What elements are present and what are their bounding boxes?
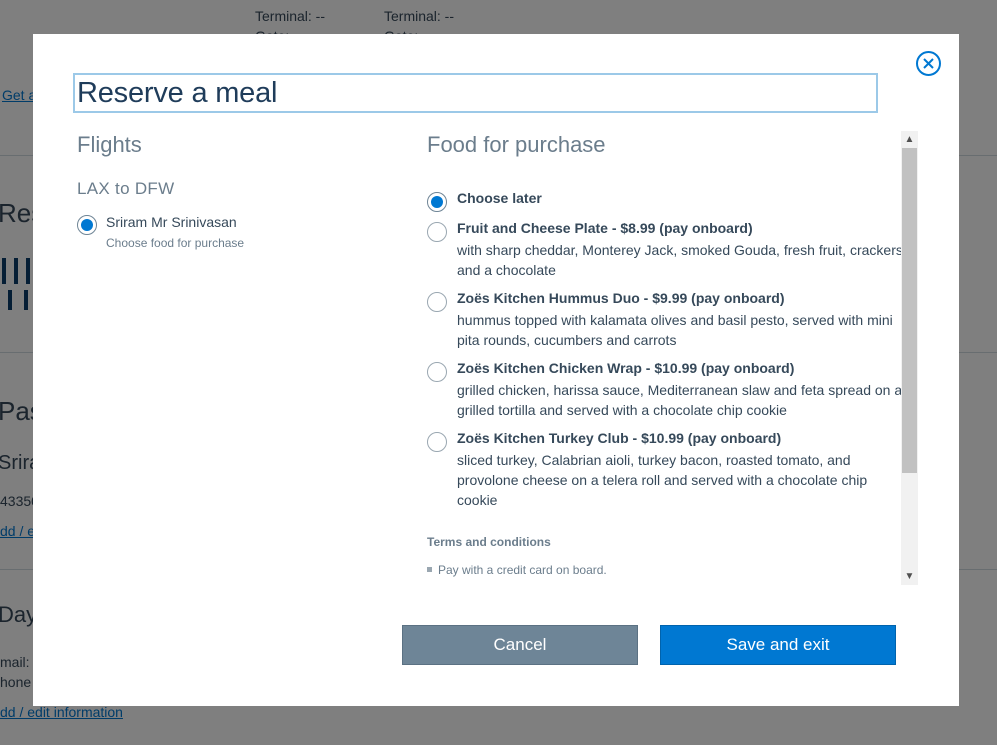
passenger-option[interactable]: Sriram Mr Srinivasan Choose food for pur… (77, 212, 397, 252)
meal-title: Fruit and Cheese Plate - $8.99 (pay onbo… (457, 220, 753, 236)
modal-title-box: Reserve a meal (73, 73, 878, 113)
meal-description: hummus topped with kalamata olives and b… (457, 312, 893, 348)
scrollbar[interactable]: ▲ ▼ (901, 131, 918, 585)
meal-title: Choose later (457, 190, 542, 206)
meal-description: grilled chicken, harissa sauce, Mediterr… (457, 382, 903, 418)
close-icon (923, 58, 934, 69)
modal-title: Reserve a meal (77, 77, 278, 109)
passenger-subtext: Choose food for purchase (106, 236, 245, 250)
meal-description: sliced turkey, Calabrian aioli, turkey b… (457, 452, 868, 508)
passenger-radio[interactable] (77, 215, 97, 235)
meal-title: Zoës Kitchen Turkey Club - $10.99 (pay o… (457, 430, 782, 446)
scrollbar-thumb[interactable] (902, 148, 917, 473)
meal-description: with sharp cheddar, Monterey Jack, smoke… (457, 242, 903, 278)
meal-title: Zoës Kitchen Hummus Duo - $9.99 (pay onb… (457, 290, 785, 306)
flights-heading: Flights (77, 132, 142, 157)
meal-title: Zoës Kitchen Chicken Wrap - $10.99 (pay … (457, 360, 795, 376)
meal-radio[interactable] (427, 362, 447, 382)
meal-radio[interactable] (427, 222, 447, 242)
terms-item: Pay with a credit card on board. (427, 563, 607, 577)
food-options-scroll-area[interactable]: Choose later Fruit and Cheese Plate - $8… (427, 132, 917, 584)
route-label: LAX to DFW (77, 179, 175, 198)
meal-radio[interactable] (427, 432, 447, 452)
meal-radio[interactable] (427, 192, 447, 212)
cancel-button[interactable]: Cancel (402, 625, 638, 665)
scroll-down-icon[interactable]: ▼ (901, 568, 918, 585)
reserve-meal-modal: Reserve a meal Flights LAX to DFW Sriram… (33, 34, 959, 706)
scroll-up-icon[interactable]: ▲ (901, 131, 918, 148)
terms-heading: Terms and conditions (427, 535, 551, 549)
passenger-name: Sriram Mr Srinivasan (106, 214, 237, 230)
terms-item-text: Pay with a credit card on board. (438, 563, 607, 577)
bullet-icon (427, 567, 432, 572)
meal-radio[interactable] (427, 292, 447, 312)
close-button[interactable] (916, 51, 941, 76)
flights-column: Flights LAX to DFW Sriram Mr Srinivasan … (77, 132, 397, 252)
save-and-exit-button[interactable]: Save and exit (660, 625, 896, 665)
